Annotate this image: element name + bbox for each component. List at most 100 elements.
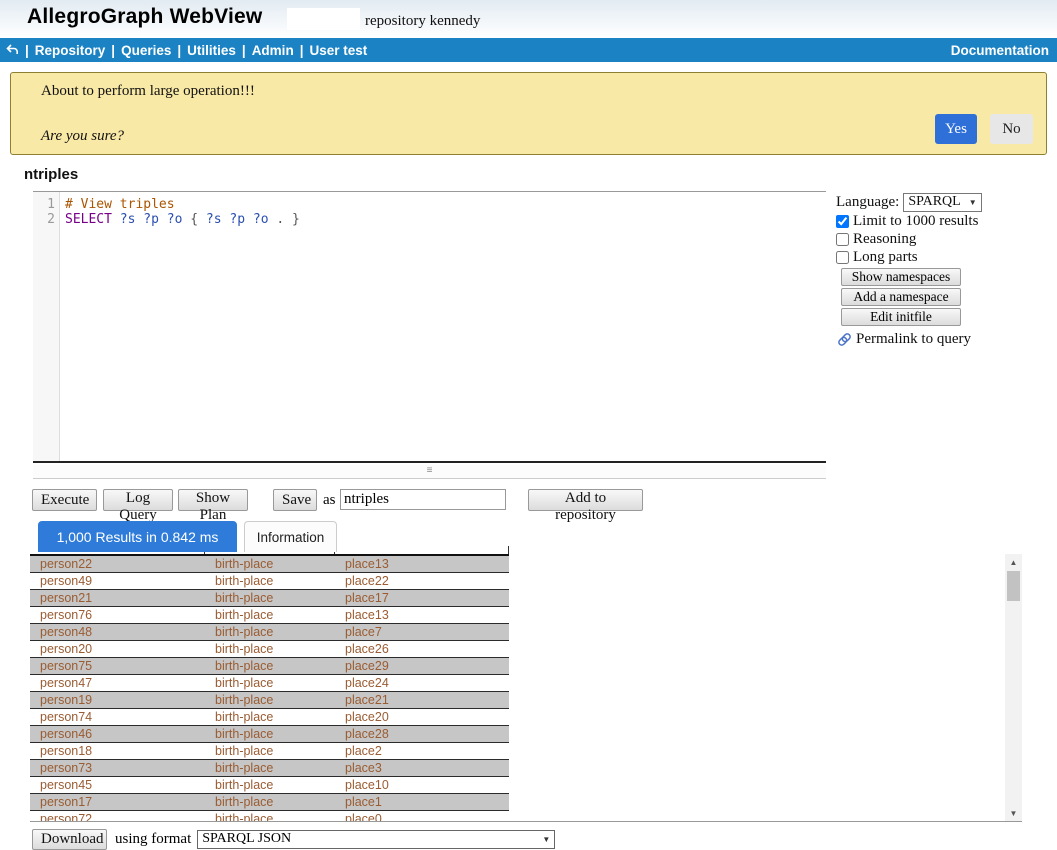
result-cell[interactable]: person49 [30,573,205,589]
result-cell[interactable]: birth-place [205,556,335,572]
result-cell[interactable]: place1 [335,794,509,810]
editor-lines: 1# View triples2SELECT ?s ?p ?o { ?s ?p … [33,192,826,227]
result-cell[interactable]: birth-place [205,675,335,691]
permalink-to-query-link[interactable]: Permalink to query [836,331,1051,348]
table-row: person45birth-placeplace10 [30,777,509,794]
results-scrollbar[interactable]: ▲ ▼ [1005,554,1022,822]
table-row: person19birth-placeplace21 [30,692,509,709]
yes-button[interactable]: Yes [935,114,977,144]
result-cell[interactable]: place7 [335,624,509,640]
no-button[interactable]: No [990,114,1033,144]
query-options-sidebar: Language: SPARQL ▼ Limit to 1000 results… [836,192,1051,348]
result-cell[interactable]: person22 [30,556,205,572]
checkbox-reasoning[interactable] [836,233,849,246]
result-cell[interactable]: birth-place [205,590,335,606]
sparql-code-editor[interactable]: 1# View triples2SELECT ?s ?p ?o { ?s ?p … [33,191,826,463]
result-cell[interactable]: birth-place [205,760,335,776]
result-cell[interactable]: place0 [335,811,509,822]
result-cell[interactable]: birth-place [205,777,335,793]
save-name-input[interactable] [340,489,506,510]
download-button[interactable]: Download [32,829,107,850]
checkbox-row-limit-to-1000-results: Limit to 1000 results [836,213,1051,230]
nav-item-repository[interactable]: Repository [35,43,106,58]
result-cell[interactable]: place13 [335,556,509,572]
result-cell[interactable]: birth-place [205,811,335,822]
result-cell[interactable]: place22 [335,573,509,589]
add-to-repository-button[interactable]: Add to repository [528,489,643,511]
execute-button[interactable]: Execute [32,489,97,511]
warning-message: About to perform large operation!!! [41,83,255,100]
editor-resize-handle[interactable]: ≡ [33,465,826,479]
result-cell[interactable]: person18 [30,743,205,759]
edit-initfile-button[interactable]: Edit initfile [841,308,961,326]
title-edit-box[interactable] [287,8,360,30]
nav-item-admin[interactable]: Admin [252,43,294,58]
add-a-namespace-button[interactable]: Add a namespace [841,288,961,306]
result-cell[interactable]: person73 [30,760,205,776]
result-cell[interactable]: person75 [30,658,205,674]
table-row: person75birth-placeplace29 [30,658,509,675]
result-cell[interactable]: person76 [30,607,205,623]
result-cell[interactable]: person17 [30,794,205,810]
result-cell[interactable]: person21 [30,590,205,606]
line-number: 1 [33,197,60,212]
format-select[interactable]: SPARQL JSON ▼ [197,830,555,849]
result-cell[interactable]: person47 [30,675,205,691]
result-cell[interactable]: person19 [30,692,205,708]
nav-item-user-test[interactable]: User test [309,43,367,58]
result-cell[interactable]: person45 [30,777,205,793]
nav-item-documentation[interactable]: Documentation [951,43,1057,58]
code-line: # View triples [60,197,175,212]
result-cell[interactable]: person20 [30,641,205,657]
checkbox-label: Long parts [853,249,918,266]
language-selected-value: SPARQL [908,194,960,210]
result-cell[interactable]: birth-place [205,573,335,589]
checkbox-long-parts[interactable] [836,251,849,264]
result-cell[interactable]: place29 [335,658,509,674]
result-cell[interactable]: place2 [335,743,509,759]
scrollbar-thumb[interactable] [1007,571,1020,601]
scroll-up-icon[interactable]: ▲ [1005,554,1022,571]
table-row: person47birth-placeplace24 [30,675,509,692]
log-query-button[interactable]: Log Query [103,489,173,511]
result-cell[interactable]: birth-place [205,794,335,810]
language-select[interactable]: SPARQL ▼ [903,193,981,212]
result-cell[interactable]: birth-place [205,692,335,708]
editor-line: 1# View triples [33,197,826,212]
result-cell[interactable]: place10 [335,777,509,793]
result-cell[interactable]: birth-place [205,743,335,759]
main-nav-bar: |Repository|Queries|Utilities|Admin|User… [0,38,1057,62]
result-cell[interactable]: birth-place [205,641,335,657]
result-cell[interactable]: birth-place [205,658,335,674]
result-cell[interactable]: place13 [335,607,509,623]
nav-item-queries[interactable]: Queries [121,43,171,58]
result-cell[interactable]: person74 [30,709,205,725]
chevron-down-icon: ▼ [542,835,550,844]
result-cell[interactable]: place26 [335,641,509,657]
tab-information[interactable]: Information [244,521,337,552]
result-cell[interactable]: birth-place [205,726,335,742]
result-cell[interactable]: place28 [335,726,509,742]
tab-results[interactable]: 1,000 Results in 0.842 ms [38,521,237,552]
show-namespaces-button[interactable]: Show namespaces [841,268,961,286]
result-cell[interactable]: person72 [30,811,205,822]
result-cell[interactable]: place24 [335,675,509,691]
namespace-buttons: Show namespaces Add a namespace Edit initf… [836,268,1051,326]
scroll-down-icon[interactable]: ▼ [1005,805,1022,822]
result-cell[interactable]: place3 [335,760,509,776]
save-button[interactable]: Save [273,489,317,511]
result-cell[interactable]: place17 [335,590,509,606]
checkbox-limit-to-1000-results[interactable] [836,215,849,228]
query-name-heading: ntriples [24,166,78,183]
nav-separator: | [177,43,181,58]
result-cell[interactable]: birth-place [205,624,335,640]
result-cell[interactable]: person48 [30,624,205,640]
result-cell[interactable]: place20 [335,709,509,725]
back-arrow-icon[interactable] [5,43,19,57]
result-cell[interactable]: birth-place [205,607,335,623]
show-plan-button[interactable]: Show Plan [178,489,248,511]
result-cell[interactable]: birth-place [205,709,335,725]
result-cell[interactable]: person46 [30,726,205,742]
result-cell[interactable]: place21 [335,692,509,708]
nav-item-utilities[interactable]: Utilities [187,43,236,58]
